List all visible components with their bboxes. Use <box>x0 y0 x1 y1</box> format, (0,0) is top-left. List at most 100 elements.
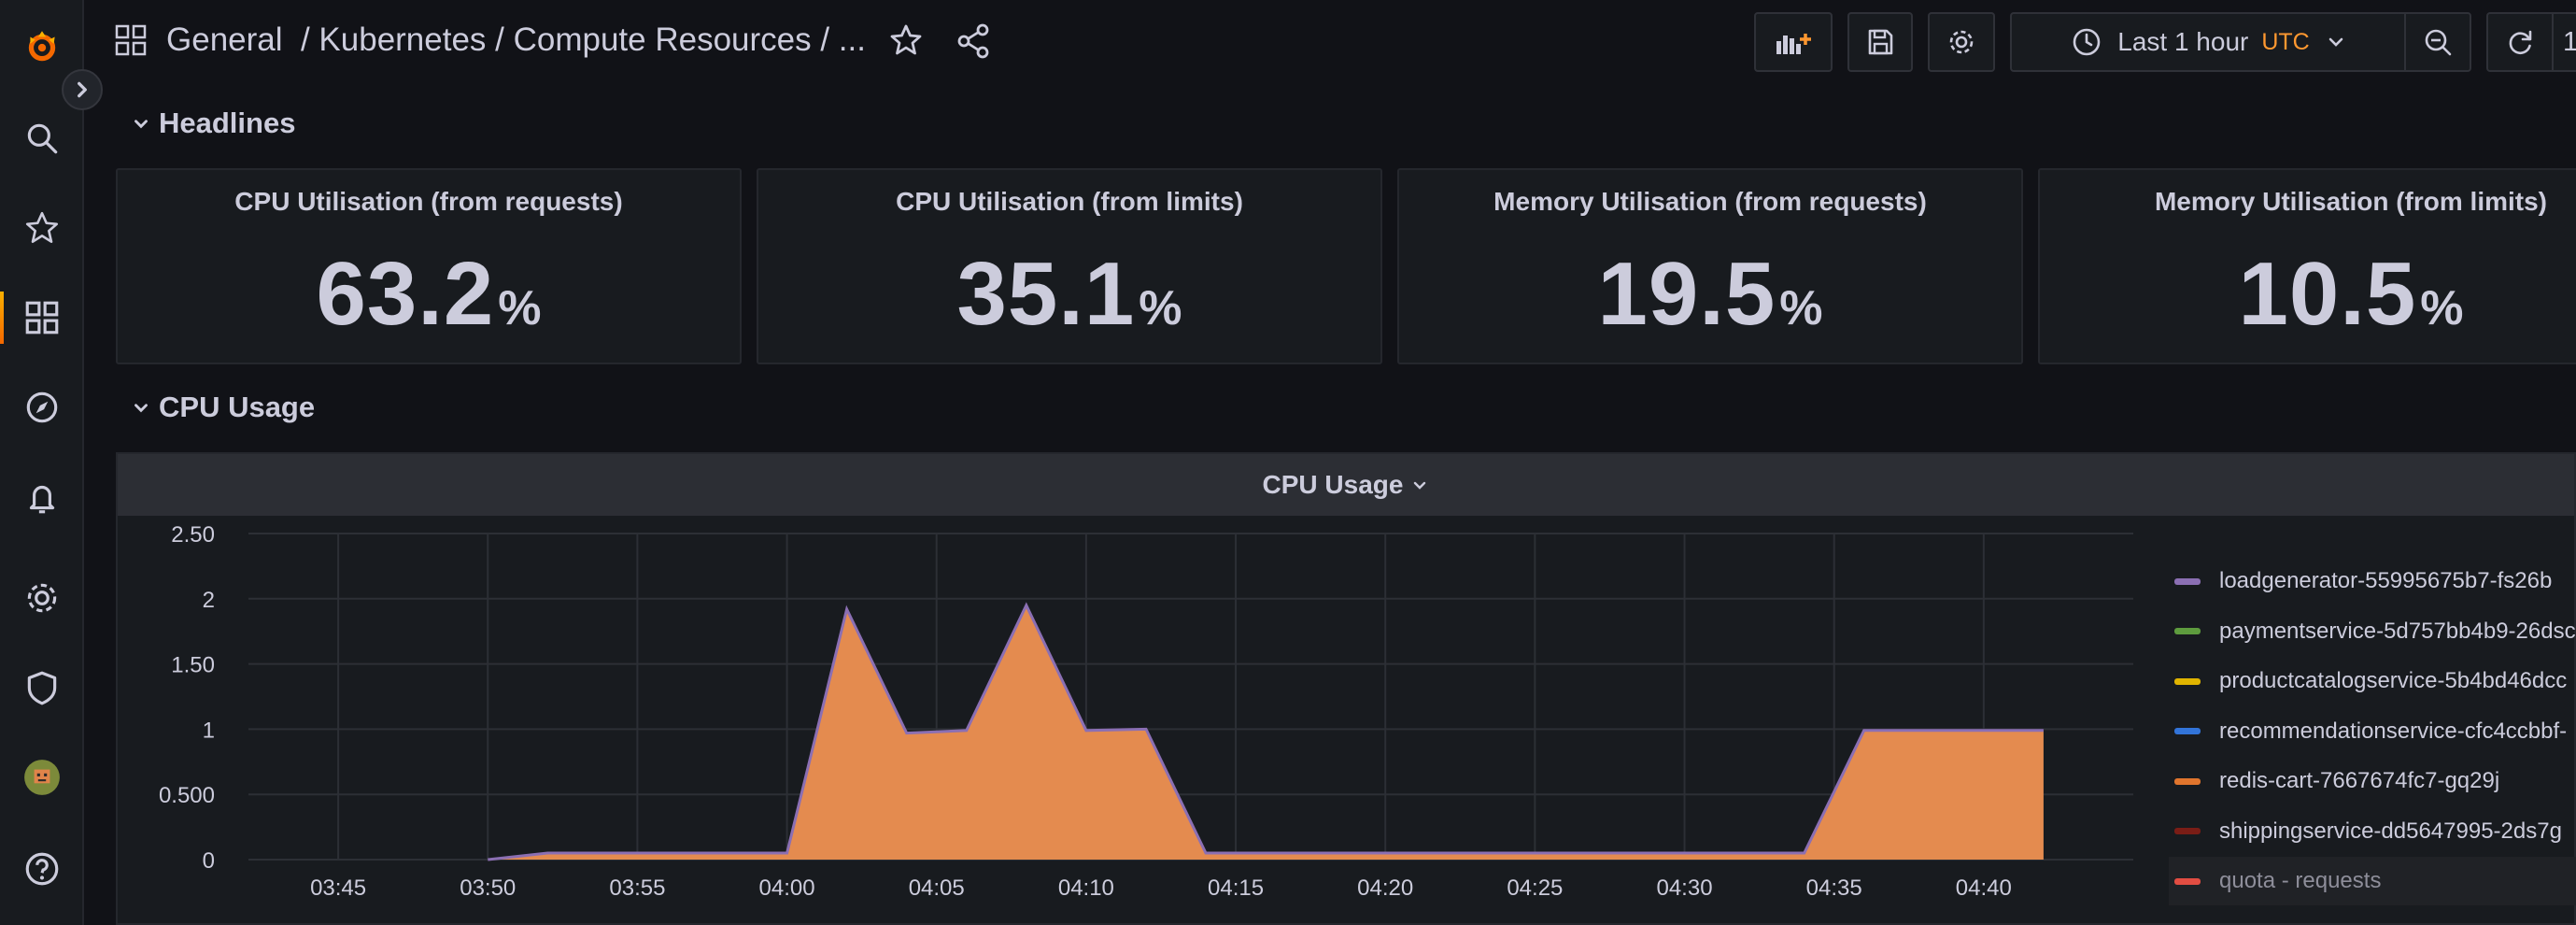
legend-label: recommendationservice-cfc4ccbbf- <box>2219 718 2568 744</box>
legend-swatch <box>2174 877 2201 885</box>
grafana-logo-icon[interactable] <box>10 15 74 78</box>
chevron-down-icon <box>134 120 148 129</box>
y-tick-label: 1 <box>203 718 215 743</box>
refresh-interval-label: 10s <box>2563 26 2576 57</box>
mark-favorite-star-icon[interactable] <box>885 21 927 62</box>
refresh-icon <box>2509 30 2532 54</box>
stat-panel-cpu-requests[interactable]: CPU Utilisation (from requests) 63.2% <box>116 168 742 364</box>
series-line <box>488 602 2044 861</box>
x-tick-label: 04:40 <box>1956 875 2012 901</box>
stat-number: 10.5 <box>2238 244 2417 344</box>
stat-number: 19.5 <box>1597 244 1776 344</box>
breadcrumb[interactable]: General / Kubernetes / Compute Resources… <box>114 17 866 64</box>
legend-swatch <box>2174 828 2201 834</box>
add-panel-icon <box>1776 34 1811 54</box>
stat-value: 10.5% <box>2040 243 2576 346</box>
stat-unit: % <box>1779 281 1823 335</box>
x-tick-label: 03:55 <box>609 875 665 901</box>
y-tick-label: 2.50 <box>171 522 215 548</box>
legend-label: productcatalogservice-5b4bd46dcc <box>2219 668 2568 693</box>
x-tick-label: 04:35 <box>1806 875 1862 901</box>
legend-label: redis-cart-7667674fc7-gq29j <box>2219 768 2500 793</box>
explore-icon[interactable] <box>10 376 74 439</box>
legend-item[interactable]: recommendationservice-cfc4ccbbf- <box>2169 707 2576 756</box>
x-tick-label: 04:00 <box>759 875 815 901</box>
legend-swatch <box>2174 628 2201 634</box>
row-cpu-usage[interactable]: CPU Usage <box>131 391 315 424</box>
stat-number: 63.2 <box>316 244 495 344</box>
add-panel-button[interactable] <box>1754 12 1833 72</box>
timezone-label: UTC <box>2261 28 2310 55</box>
legend-item[interactable]: shippingservice-dd5647995-2ds7g <box>2169 807 2576 856</box>
stat-value: 35.1% <box>758 243 1380 346</box>
stat-title: CPU Utilisation (from limits) <box>896 187 1243 216</box>
chevron-down-icon <box>1414 481 1426 490</box>
x-tick-label: 04:30 <box>1656 875 1712 901</box>
gear-icon <box>1949 30 1974 54</box>
x-tick-label: 04:05 <box>909 875 965 901</box>
sidebar <box>0 0 84 925</box>
legend-swatch <box>2174 577 2201 585</box>
row-title: CPU Usage <box>159 391 316 423</box>
stat-unit: % <box>498 281 542 335</box>
y-tick-label: 1.50 <box>171 653 215 678</box>
save-dashboard-button[interactable] <box>1847 12 1913 72</box>
stat-panel-memory-limits[interactable]: Memory Utilisation (from limits) 10.5% <box>2038 168 2576 364</box>
panel-header[interactable]: CPU Usage <box>118 454 2574 516</box>
x-tick-label: 03:50 <box>460 875 516 901</box>
legend-label: quota - requests <box>2219 868 2382 893</box>
grid-icon <box>115 24 147 56</box>
avatar[interactable] <box>10 746 74 809</box>
panel-title[interactable]: CPU Usage <box>1263 470 1404 500</box>
settings-icon[interactable] <box>10 566 74 630</box>
shield-icon[interactable] <box>10 656 74 719</box>
y-tick-label: 0 <box>203 848 215 874</box>
save-icon <box>1868 29 1893 55</box>
stat-panel-cpu-limits[interactable]: CPU Utilisation (from limits) 35.1% <box>757 168 1382 364</box>
refresh-button[interactable] <box>2486 12 2554 72</box>
zoom-out-icon <box>2425 29 2452 56</box>
stat-title: Memory Utilisation (from requests) <box>1493 187 1927 216</box>
cpu-usage-chart[interactable]: 0 0.500 1 1.50 2 2.50 03:45 03:50 03:55 04:00 04:0… <box>118 516 2163 925</box>
dashboard-settings-button[interactable] <box>1928 12 1995 72</box>
legend-item[interactable]: productcatalogservice-5b4bd46dcc <box>2169 657 2576 705</box>
search-icon[interactable] <box>10 107 74 170</box>
row-headlines[interactable]: Headlines <box>131 107 295 140</box>
refresh-interval-picker[interactable]: 10s <box>2552 12 2576 72</box>
zoom-out-button[interactable] <box>2404 12 2471 72</box>
legend-label: loadgenerator-55995675b7-fs26b <box>2219 568 2553 593</box>
x-tick-label: 04:25 <box>1507 875 1563 901</box>
stat-number: 35.1 <box>956 244 1136 344</box>
stat-value: 63.2% <box>118 243 740 346</box>
y-tick-label: 2 <box>203 588 215 613</box>
x-tick-label: 03:45 <box>310 875 366 901</box>
breadcrumb-text[interactable]: General / Kubernetes / Compute Resources… <box>166 21 866 59</box>
series-area <box>488 605 2044 860</box>
chevron-down-icon <box>2328 37 2343 47</box>
help-icon[interactable] <box>10 837 74 901</box>
top-bar: General / Kubernetes / Compute Resources… <box>86 0 2576 82</box>
x-tick-label: 04:20 <box>1357 875 1413 901</box>
stat-title: Memory Utilisation (from limits) <box>2154 187 2548 216</box>
row-title: Headlines <box>159 107 296 139</box>
x-tick-label: 04:10 <box>1058 875 1114 901</box>
expand-sidebar-button[interactable] <box>62 69 103 110</box>
stat-panel-memory-requests[interactable]: Memory Utilisation (from requests) 19.5% <box>1397 168 2023 364</box>
legend-label: paymentservice-5d757bb4b9-26dsc <box>2219 618 2576 644</box>
dashboards-icon[interactable] <box>10 286 74 349</box>
legend-item[interactable]: paymentservice-5d757bb4b9-26dsc <box>2169 607 2576 656</box>
legend-item[interactable]: quota - requests <box>2169 857 2576 905</box>
stat-unit: % <box>2420 281 2464 335</box>
legend-item[interactable]: loadgenerator-55995675b7-fs26b <box>2169 557 2576 605</box>
share-icon[interactable] <box>953 21 994 62</box>
legend-item[interactable]: redis-cart-7667674fc7-gq29j <box>2169 757 2576 805</box>
cpu-usage-graph-panel[interactable]: CPU Usage 0 0.500 1 1.50 2 2.50 03:45 03:50 03:5… <box>116 452 2576 925</box>
alerting-icon[interactable] <box>10 465 74 529</box>
legend-swatch <box>2174 728 2201 734</box>
clock-icon <box>2073 28 2101 56</box>
active-indicator <box>0 292 4 344</box>
time-range-label: Last 1 hour <box>2117 27 2249 56</box>
star-icon[interactable] <box>10 196 74 260</box>
legend-swatch <box>2174 777 2201 785</box>
time-range-picker[interactable]: Last 1 hour UTC <box>2010 12 2406 72</box>
